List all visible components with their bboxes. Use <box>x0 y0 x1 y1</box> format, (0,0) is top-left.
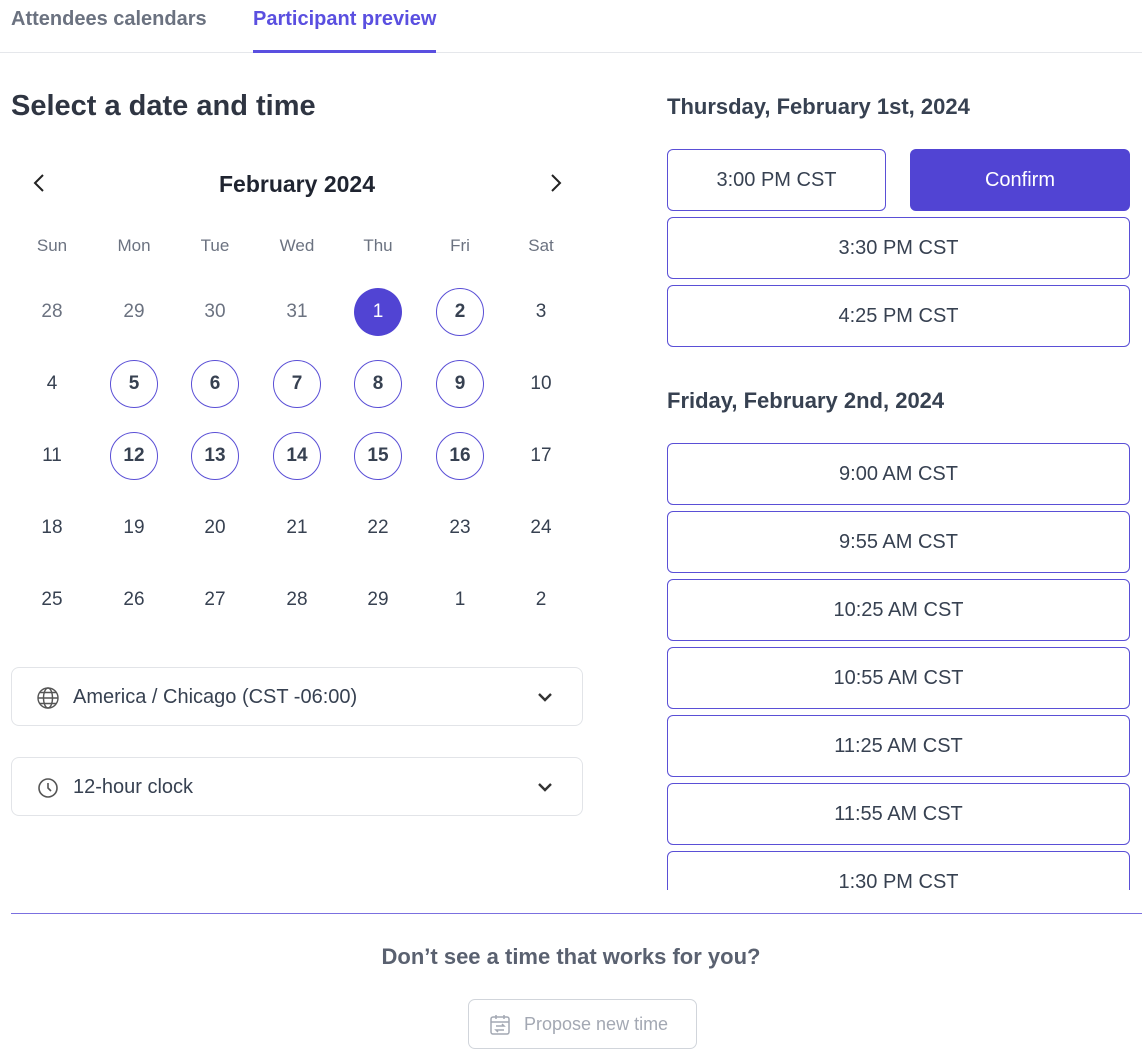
weekday-label: Fri <box>450 236 470 255</box>
no-time-question: Don’t see a time that works for you? <box>381 944 761 969</box>
next-month-button[interactable] <box>541 170 571 201</box>
chevron-down-icon <box>538 693 552 702</box>
calendar-day: 27 <box>204 589 226 610</box>
calendar-day: 3 <box>535 301 547 322</box>
calendar-day: 29 <box>123 301 145 322</box>
calendar-day: 28 <box>41 301 63 322</box>
calendar-day[interactable]: 16 <box>436 432 484 480</box>
calendar-day: 25 <box>41 589 63 610</box>
calendar-day: 22 <box>367 517 389 538</box>
calendar-day[interactable]: 13 <box>191 432 239 480</box>
time-slot[interactable]: 11:25 AM CST <box>667 715 1130 777</box>
calendar-header: February 2024 <box>11 168 583 200</box>
day-heading: Friday, February 2nd, 2024 <box>667 388 945 413</box>
time-slot[interactable]: 1:30 PM CST <box>667 851 1130 890</box>
weekday-label: Tue <box>200 236 230 255</box>
clock-icon <box>38 778 58 798</box>
weekday-label: Thu <box>363 236 393 255</box>
calendar-day: 10 <box>530 373 552 394</box>
calendar-swap-icon <box>490 1015 510 1035</box>
calendar-day[interactable]: 2 <box>436 288 484 336</box>
confirm-button[interactable]: Confirm <box>910 149 1130 211</box>
calendar-day[interactable]: 14 <box>273 432 321 480</box>
time-slot[interactable]: 9:55 AM CST <box>667 511 1130 573</box>
calendar-day: 24 <box>530 517 552 538</box>
month-label: February 2024 <box>219 171 375 197</box>
weekday-label: Wed <box>279 236 315 255</box>
calendar-day-selected[interactable]: 1 <box>354 288 402 336</box>
calendar-day: 29 <box>367 589 389 610</box>
propose-label: Propose new time <box>524 1014 669 1034</box>
calendar-day: 20 <box>204 517 226 538</box>
calendar-day: 19 <box>123 517 145 538</box>
time-slot[interactable]: 11:55 AM CST <box>667 783 1130 845</box>
chevron-down-icon <box>538 783 552 792</box>
chevron-right-icon <box>551 174 562 192</box>
time-slot[interactable]: 4:25 PM CST <box>667 285 1130 347</box>
tab-participant-preview[interactable]: Participant preview <box>253 8 437 53</box>
calendar-day[interactable]: 8 <box>354 360 402 408</box>
calendar-day[interactable]: 7 <box>273 360 321 408</box>
time-slot[interactable]: 10:55 AM CST <box>667 647 1130 709</box>
time-slot-selected[interactable]: 3:00 PM CST <box>667 149 886 211</box>
clock-format-select[interactable]: 12-hour clock <box>11 757 583 816</box>
calendar-day[interactable]: 15 <box>354 432 402 480</box>
calendar-day: 23 <box>449 517 471 538</box>
calendar-day[interactable]: 9 <box>436 360 484 408</box>
calendar-day: 4 <box>46 373 58 394</box>
calendar-day: 2 <box>535 589 547 610</box>
calendar-day: 26 <box>123 589 145 610</box>
time-slot[interactable]: 3:30 PM CST <box>667 217 1130 279</box>
timezone-select[interactable]: America / Chicago (CST -06:00) <box>11 667 583 726</box>
page-title: Select a date and time <box>11 90 316 122</box>
time-slot[interactable]: 10:25 AM CST <box>667 579 1130 641</box>
weekday-label: Mon <box>117 236 151 255</box>
tab-attendees-calendars[interactable]: Attendees calendars <box>11 8 207 53</box>
calendar-day: 1 <box>454 589 466 610</box>
day-heading: Thursday, February 1st, 2024 <box>667 94 970 119</box>
calendar-day: 18 <box>41 517 63 538</box>
globe-icon <box>37 687 59 709</box>
weekday-label: Sun <box>36 236 68 255</box>
divider <box>11 913 1142 914</box>
time-slot[interactable]: 9:00 AM CST <box>667 443 1130 505</box>
calendar-day: 21 <box>286 517 308 538</box>
calendar-day[interactable]: 5 <box>110 360 158 408</box>
time-slot-list[interactable]: Thursday, February 1st, 2024 3:00 PM CST… <box>667 0 1130 890</box>
calendar-day: 28 <box>286 589 308 610</box>
calendar-day: 31 <box>286 301 308 322</box>
calendar-day[interactable]: 12 <box>110 432 158 480</box>
calendar-day[interactable]: 6 <box>191 360 239 408</box>
timezone-value: America / Chicago (CST -06:00) <box>73 686 358 708</box>
calendar-day: 11 <box>42 445 62 466</box>
calendar-day: 17 <box>530 445 552 466</box>
clock-format-value: 12-hour clock <box>73 776 194 798</box>
calendar-day: 30 <box>204 301 226 322</box>
weekday-label: Sat <box>528 236 554 255</box>
propose-new-time-button[interactable]: Propose new time <box>468 999 697 1049</box>
